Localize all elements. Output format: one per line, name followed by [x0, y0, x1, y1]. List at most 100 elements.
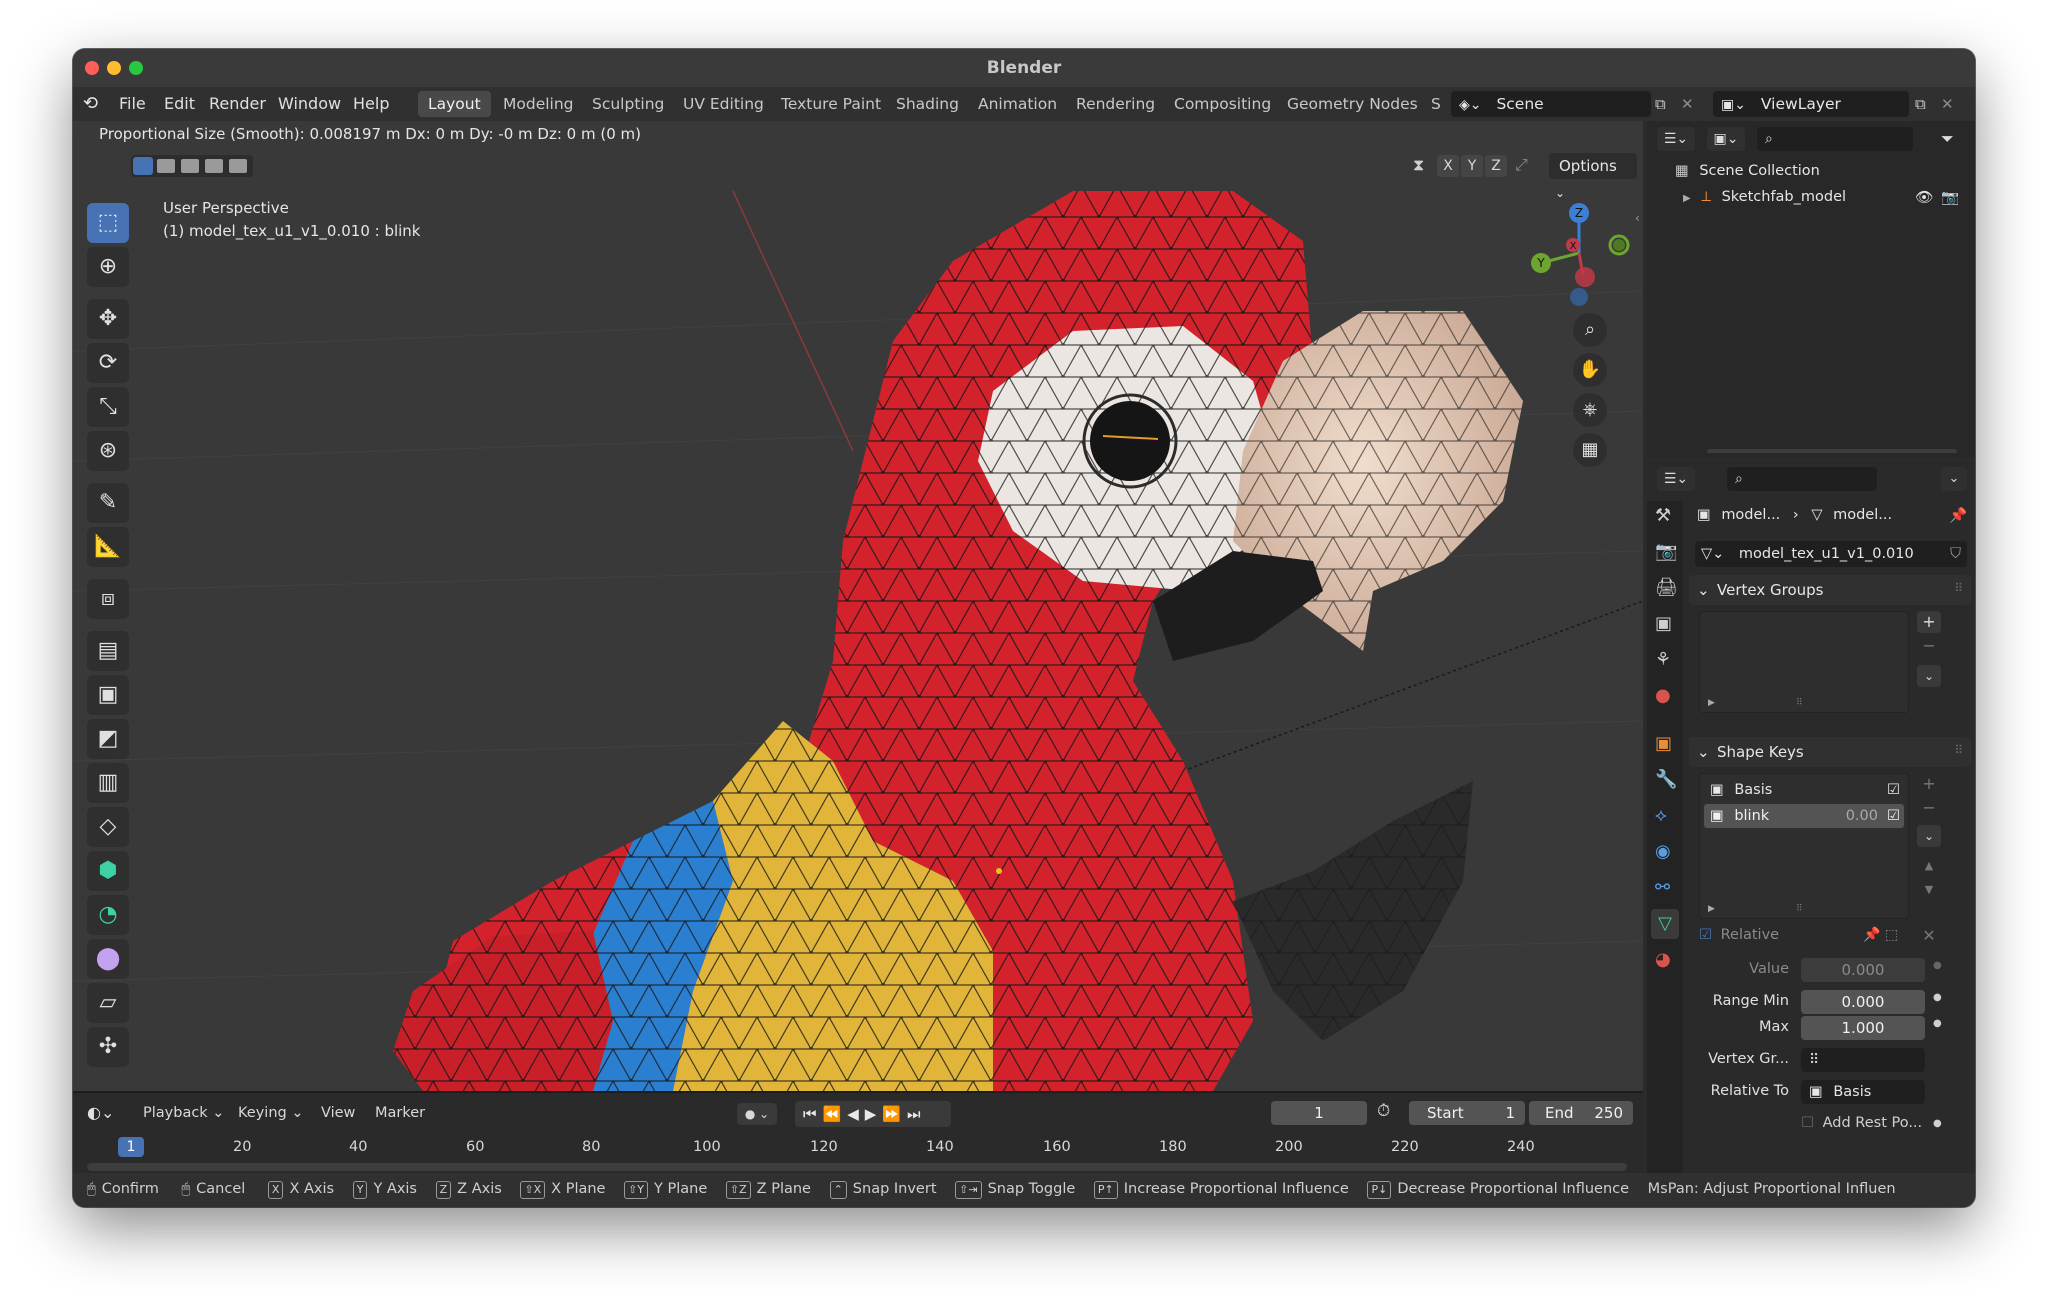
output-tab-icon[interactable]: 🖨	[1655, 577, 1678, 598]
move-tool[interactable]: ✥	[87, 299, 129, 339]
auto-keying-toggle[interactable]: ● ⌄	[737, 1103, 777, 1125]
shape-key-specials-button[interactable]: ⌄	[1917, 825, 1941, 847]
shape-keys-panel-header[interactable]: ⌄ Shape Keys ⠿	[1689, 737, 1971, 767]
render-tab-icon[interactable]: 📷	[1655, 541, 1677, 562]
add-cube-tool[interactable]: ⧈	[87, 579, 129, 619]
data-tab-icon[interactable]: ▽	[1651, 909, 1679, 939]
measure-tool[interactable]: 📐	[87, 527, 129, 567]
bevel-tool[interactable]: ◩	[87, 719, 129, 759]
zoom-icon[interactable]: ⌕	[1573, 313, 1607, 347]
list-resize-icon[interactable]: ⠿	[1796, 698, 1803, 708]
display-mode-icon[interactable]: ▣⌄	[1707, 127, 1745, 151]
checkbox-checked-icon[interactable]: ☑	[1887, 804, 1900, 828]
expand-arrow-icon[interactable]: ▶	[1683, 193, 1691, 204]
properties-search-input[interactable]: ⌕	[1727, 467, 1877, 491]
tab-compositing[interactable]: Compositing	[1164, 91, 1281, 117]
outliner-type-icon[interactable]: ☰⌄	[1657, 127, 1695, 151]
transform-tool[interactable]: ⊛	[87, 431, 129, 471]
keyframe-dot-icon[interactable]: ●	[1933, 1018, 1942, 1029]
current-frame-field[interactable]: 1	[1271, 1101, 1367, 1125]
range-min-field[interactable]: 0.000	[1801, 990, 1925, 1014]
scale-tool[interactable]: ⤡	[87, 387, 129, 427]
jump-start-icon[interactable]: ⏮	[803, 1105, 823, 1123]
view-layer-tab-icon[interactable]: ▣	[1655, 613, 1672, 634]
select-new-icon[interactable]	[133, 157, 153, 175]
rotate-tool[interactable]: ⟳	[87, 343, 129, 383]
jump-end-icon[interactable]: ⏭	[907, 1105, 927, 1123]
outliner-scrollbar[interactable]	[1707, 449, 1957, 453]
shape-keys-list[interactable]: ▣ Basis ☑ ▣ blink 0.00 ☑ ▶ ⠿	[1699, 773, 1909, 919]
timeline-scrollbar[interactable]	[87, 1163, 1627, 1171]
play-reverse-icon[interactable]: ◀	[847, 1105, 865, 1123]
tab-geometry-nodes[interactable]: Geometry Nodes	[1277, 91, 1428, 117]
filter-icon[interactable]: ⏷	[1941, 129, 1954, 149]
max-field[interactable]: 1.000	[1801, 1016, 1925, 1040]
frame-ruler[interactable]: 1 20 40 60 80 100 120 140 160 180 200 22…	[73, 1133, 1643, 1161]
list-resize-icon[interactable]: ⠿	[1796, 904, 1803, 914]
visibility-eye-icon[interactable]: 👁	[1915, 189, 1933, 206]
menu-window[interactable]: Window	[278, 87, 341, 121]
tab-animation[interactable]: Animation	[968, 91, 1067, 117]
prev-keyframe-icon[interactable]: ⏪	[823, 1105, 848, 1123]
world-tab-icon[interactable]: ●	[1655, 685, 1671, 706]
play-icon[interactable]: ▶	[865, 1105, 883, 1123]
delete-scene-icon[interactable]: ✕	[1681, 95, 1694, 113]
drag-handle-icon[interactable]: ⠿	[1954, 581, 1963, 595]
select-box-tool[interactable]: ⬚	[87, 203, 129, 243]
relative-checkbox[interactable]: ☑ Relative	[1699, 927, 1779, 943]
select-subtract-icon[interactable]	[181, 159, 199, 173]
add-rest-position-checkbox[interactable]: ☐ Add Rest Po...	[1801, 1115, 1922, 1131]
shape-key-value[interactable]: 0.00	[1846, 804, 1878, 828]
end-frame-field[interactable]: End 250	[1529, 1101, 1633, 1125]
smooth-tool[interactable]: ⬤	[87, 939, 129, 979]
mirror-y-toggle[interactable]: Y	[1461, 155, 1483, 177]
tab-sculpting[interactable]: Sculpting	[582, 91, 674, 117]
tab-more[interactable]: S	[1421, 91, 1451, 117]
vertex-groups-panel-header[interactable]: ⌄ Vertex Groups ⠿	[1689, 575, 1971, 605]
relative-to-field[interactable]: ▣ Basis	[1801, 1080, 1925, 1104]
shape-key-lock-icon[interactable]: 📌 ⬚	[1863, 927, 1898, 943]
playback-menu[interactable]: Playback ⌄	[143, 1105, 224, 1121]
navigation-gizmo[interactable]: Z Y X	[1519, 201, 1639, 311]
list-expand-icon[interactable]: ▶	[1708, 698, 1715, 708]
shear-tool[interactable]: ▱	[87, 983, 129, 1023]
tab-uv-editing[interactable]: UV Editing	[673, 91, 774, 117]
particles-tab-icon[interactable]: ⟡	[1655, 805, 1667, 826]
mirror-x-toggle[interactable]: X	[1437, 155, 1459, 177]
vertex-group-specials-button[interactable]: ⌄	[1917, 665, 1941, 687]
shape-key-row-active[interactable]: ▣ blink 0.00 ☑	[1704, 804, 1904, 828]
spin-tool[interactable]: ◔	[87, 895, 129, 935]
auto-merge-icon[interactable]: ⤢	[1515, 155, 1528, 175]
annotate-tool[interactable]: ✎	[87, 483, 129, 523]
scene-selector[interactable]: ◈⌄ Scene	[1451, 91, 1651, 117]
start-frame-field[interactable]: Start 1	[1409, 1101, 1525, 1125]
new-view-layer-icon[interactable]: ⧉	[1915, 95, 1926, 113]
tab-rendering[interactable]: Rendering	[1066, 91, 1165, 117]
menu-help[interactable]: Help	[353, 87, 389, 121]
camera-view-icon[interactable]: ⎈	[1573, 393, 1607, 427]
mesh-datablock-field[interactable]: ▽⌄ model_tex_u1_v1_0.010 ⛉	[1695, 541, 1967, 567]
cursor-tool[interactable]: ⊕	[87, 247, 129, 287]
view-menu[interactable]: View	[321, 1105, 355, 1121]
keyframe-dot-icon[interactable]: ●	[1933, 992, 1942, 1003]
value-field[interactable]: 0.000	[1801, 958, 1925, 982]
mirror-z-toggle[interactable]: Z	[1485, 155, 1507, 177]
remove-shape-key-button[interactable]: −	[1917, 797, 1941, 819]
clear-shape-keys-icon[interactable]: ✕	[1917, 925, 1941, 947]
material-tab-icon[interactable]: ◕	[1655, 949, 1671, 970]
tab-texture-paint[interactable]: Texture Paint	[771, 91, 891, 117]
keying-menu[interactable]: Keying ⌄	[238, 1105, 303, 1121]
remove-vertex-group-button[interactable]: −	[1917, 635, 1941, 657]
tab-shading[interactable]: Shading	[886, 91, 969, 117]
render-camera-icon[interactable]: 📷	[1941, 189, 1959, 206]
poly-build-tool[interactable]: ⬢	[87, 851, 129, 891]
object-tab-icon[interactable]: ▣	[1655, 733, 1672, 754]
physics-tab-icon[interactable]: ◉	[1655, 841, 1671, 862]
fake-user-shield-icon[interactable]: ⛉	[1950, 541, 1961, 567]
shape-key-row[interactable]: ▣ Basis ☑	[1704, 778, 1904, 802]
inset-tool[interactable]: ▣	[87, 675, 129, 715]
menu-file[interactable]: File	[119, 87, 146, 121]
checkbox-checked-icon[interactable]: ☑	[1887, 778, 1900, 802]
vertex-group-field[interactable]: ⠿	[1801, 1048, 1925, 1072]
preview-range-icon[interactable]: ⏱	[1377, 1101, 1390, 1121]
